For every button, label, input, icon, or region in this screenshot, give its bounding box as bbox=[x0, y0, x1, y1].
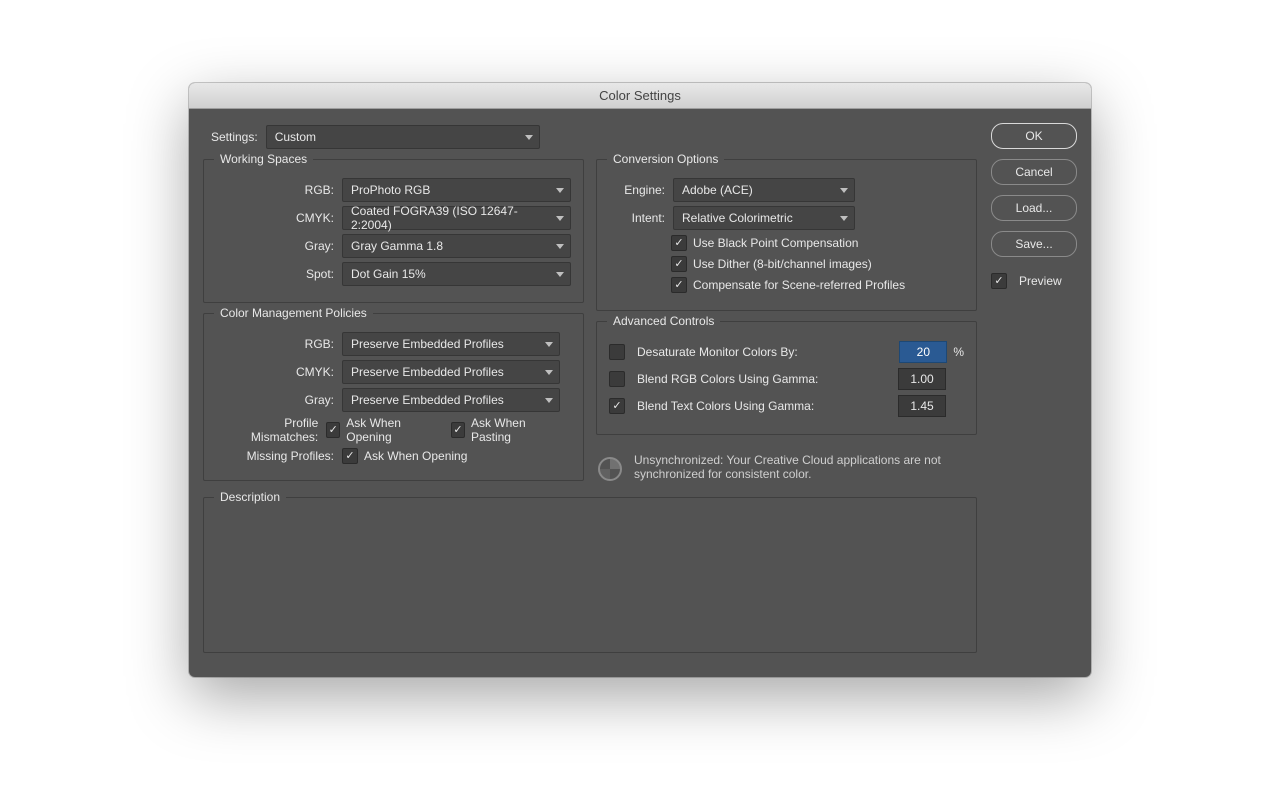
conversion-panel: Conversion Options Engine: Adobe (ACE) I… bbox=[596, 159, 977, 311]
color-settings-dialog: Color Settings Settings: Custom Working … bbox=[189, 83, 1091, 677]
blend-rgb-input[interactable] bbox=[898, 368, 946, 390]
desaturate-checkbox[interactable] bbox=[609, 344, 625, 360]
preview-label: Preview bbox=[1019, 274, 1062, 288]
desaturate-label: Desaturate Monitor Colors By: bbox=[637, 345, 893, 359]
pol-rgb-select[interactable]: Preserve Embedded Profiles bbox=[342, 332, 560, 356]
ws-rgb-label: RGB: bbox=[216, 183, 342, 197]
description-legend: Description bbox=[214, 490, 286, 504]
sync-text: Unsynchronized: Your Creative Cloud appl… bbox=[634, 453, 977, 481]
policies-legend: Color Management Policies bbox=[214, 306, 373, 320]
load-button[interactable]: Load... bbox=[991, 195, 1077, 221]
blend-text-checkbox[interactable] bbox=[609, 398, 625, 414]
ws-cmyk-select[interactable]: Coated FOGRA39 (ISO 12647-2:2004) bbox=[342, 206, 571, 230]
settings-label: Settings: bbox=[211, 130, 258, 144]
advanced-legend: Advanced Controls bbox=[607, 314, 720, 328]
mismatch-paste-checkbox[interactable] bbox=[451, 422, 465, 438]
preview-checkbox[interactable] bbox=[991, 273, 1007, 289]
dither-label: Use Dither (8-bit/channel images) bbox=[693, 257, 872, 271]
engine-label: Engine: bbox=[609, 183, 673, 197]
ws-gray-select[interactable]: Gray Gamma 1.8 bbox=[342, 234, 571, 258]
ws-rgb-select[interactable]: ProPhoto RGB bbox=[342, 178, 571, 202]
save-button[interactable]: Save... bbox=[991, 231, 1077, 257]
missing-open-label: Ask When Opening bbox=[364, 449, 467, 463]
sync-icon bbox=[596, 455, 624, 483]
working-spaces-legend: Working Spaces bbox=[214, 152, 313, 166]
conversion-legend: Conversion Options bbox=[607, 152, 724, 166]
bpc-checkbox[interactable] bbox=[671, 235, 687, 251]
cancel-button[interactable]: Cancel bbox=[991, 159, 1077, 185]
blend-text-input[interactable] bbox=[898, 395, 946, 417]
ok-button[interactable]: OK bbox=[991, 123, 1077, 149]
desaturate-input[interactable] bbox=[899, 341, 947, 363]
working-spaces-panel: Working Spaces RGB: ProPhoto RGB CMYK: C… bbox=[203, 159, 584, 303]
pol-rgb-label: RGB: bbox=[216, 337, 342, 351]
blend-text-label: Blend Text Colors Using Gamma: bbox=[637, 399, 892, 413]
pol-gray-label: Gray: bbox=[216, 393, 342, 407]
scene-label: Compensate for Scene-referred Profiles bbox=[693, 278, 905, 292]
advanced-panel: Advanced Controls Desaturate Monitor Col… bbox=[596, 321, 977, 435]
blend-rgb-label: Blend RGB Colors Using Gamma: bbox=[637, 372, 892, 386]
engine-select[interactable]: Adobe (ACE) bbox=[673, 178, 855, 202]
sync-status: Unsynchronized: Your Creative Cloud appl… bbox=[596, 453, 977, 483]
description-panel: Description bbox=[203, 497, 977, 653]
mismatch-open-checkbox[interactable] bbox=[326, 422, 340, 438]
blend-rgb-checkbox[interactable] bbox=[609, 371, 625, 387]
dialog-title: Color Settings bbox=[189, 83, 1091, 109]
scene-checkbox[interactable] bbox=[671, 277, 687, 293]
mismatch-open-label: Ask When Opening bbox=[346, 416, 435, 444]
ws-spot-label: Spot: bbox=[216, 267, 342, 281]
missing-profiles-label: Missing Profiles: bbox=[216, 449, 342, 463]
ws-cmyk-label: CMYK: bbox=[216, 211, 342, 225]
intent-label: Intent: bbox=[609, 211, 673, 225]
desaturate-suffix: % bbox=[953, 345, 964, 359]
bpc-label: Use Black Point Compensation bbox=[693, 236, 858, 250]
pol-gray-select[interactable]: Preserve Embedded Profiles bbox=[342, 388, 560, 412]
ws-spot-select[interactable]: Dot Gain 15% bbox=[342, 262, 571, 286]
policies-panel: Color Management Policies RGB: Preserve … bbox=[203, 313, 584, 481]
mismatch-paste-label: Ask When Pasting bbox=[471, 416, 555, 444]
ws-gray-label: Gray: bbox=[216, 239, 342, 253]
pol-cmyk-label: CMYK: bbox=[216, 365, 342, 379]
missing-open-checkbox[interactable] bbox=[342, 448, 358, 464]
profile-mismatches-label: Profile Mismatches: bbox=[216, 416, 326, 444]
settings-select[interactable]: Custom bbox=[266, 125, 540, 149]
intent-select[interactable]: Relative Colorimetric bbox=[673, 206, 855, 230]
pol-cmyk-select[interactable]: Preserve Embedded Profiles bbox=[342, 360, 560, 384]
dither-checkbox[interactable] bbox=[671, 256, 687, 272]
